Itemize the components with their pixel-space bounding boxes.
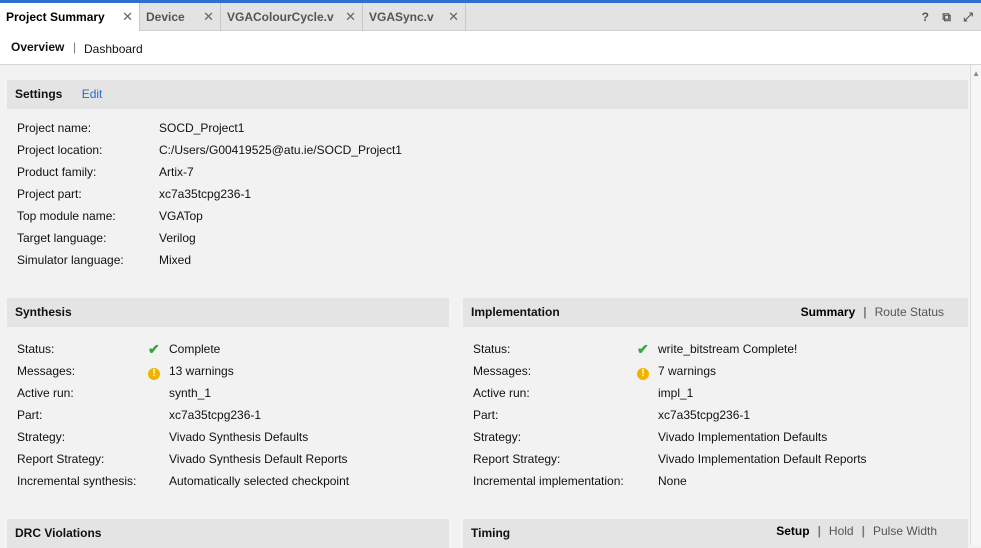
warning-icon: !: [148, 365, 160, 380]
field-value-link[interactable]: xc7a35tcpg236-1: [159, 187, 251, 201]
timing-view-switch: Setup | Hold | Pulse Width: [776, 524, 937, 538]
field-label: Incremental synthesis:: [17, 474, 137, 488]
subtab-overview[interactable]: Overview: [11, 40, 64, 54]
timing-header: Timing Setup | Hold | Pulse Width: [463, 519, 968, 548]
field-value-link[interactable]: 7 warnings: [658, 364, 716, 378]
field-label: Status:: [473, 342, 511, 356]
implementation-header: Implementation Summary | Route Status: [463, 298, 968, 327]
synthesis-header: Synthesis: [7, 298, 449, 327]
field-label: Active run:: [17, 386, 74, 400]
tab-device[interactable]: Device ✕: [140, 3, 221, 31]
subtab-divider: |: [73, 40, 77, 54]
maximize-icon[interactable]: ⤢: [959, 3, 977, 31]
field-label: Part:: [473, 408, 499, 422]
close-icon[interactable]: ✕: [122, 3, 133, 31]
field-value-link[interactable]: impl_1: [658, 386, 693, 400]
field-value: xc7a35tcpg236-1: [169, 408, 262, 422]
summary-subtabs: Overview | Dashboard: [0, 31, 981, 65]
field-label: Strategy:: [17, 430, 66, 444]
check-icon: ✔: [637, 341, 649, 357]
field-value-link[interactable]: synth_1: [169, 386, 211, 400]
field-value: Artix-7: [159, 165, 194, 179]
field-label: Part:: [17, 408, 43, 422]
settings-edit-link[interactable]: Edit: [82, 87, 103, 101]
question-icon[interactable]: ?: [916, 3, 934, 31]
tab-label: VGASync.v: [369, 10, 434, 24]
close-icon[interactable]: ✕: [448, 3, 459, 31]
field-label: Product family:: [17, 165, 97, 179]
tab-label: VGAColourCycle.v: [227, 10, 334, 24]
close-icon[interactable]: ✕: [203, 3, 214, 31]
field-value-link[interactable]: None: [658, 474, 687, 488]
field-label: Project part:: [17, 187, 82, 201]
field-value: xc7a35tcpg236-1: [658, 408, 751, 422]
implementation-view-switch: Summary | Route Status: [800, 305, 944, 319]
field-label: Target language:: [17, 231, 107, 245]
drc-title: DRC Violations: [15, 526, 102, 540]
route-status-link[interactable]: Route Status: [875, 305, 944, 319]
tab-project-summary[interactable]: Project Summary ✕: [0, 3, 140, 31]
field-label: Strategy:: [473, 430, 522, 444]
scroll-up-arrow-icon[interactable]: ▲: [972, 69, 980, 78]
field-value-link[interactable]: Verilog: [159, 231, 196, 245]
field-value-link[interactable]: Vivado Synthesis Defaults: [169, 430, 308, 444]
field-value-link[interactable]: Vivado Implementation Defaults: [658, 430, 827, 444]
timing-hold-link[interactable]: Hold: [829, 524, 854, 538]
implementation-title: Implementation: [471, 305, 560, 319]
synthesis-title: Synthesis: [15, 305, 72, 319]
field-label: Report Strategy:: [17, 452, 105, 466]
warning-icon: !: [637, 365, 649, 380]
settings-title: Settings: [15, 87, 63, 101]
field-value: Complete: [169, 342, 221, 356]
timing-setup-link[interactable]: Setup: [776, 524, 809, 538]
timing-pulse-width-link[interactable]: Pulse Width: [873, 524, 937, 538]
field-value-link[interactable]: 13 warnings: [169, 364, 234, 378]
field-label: Top module name:: [17, 209, 116, 223]
editor-tab-bar: Project Summary ✕ Device ✕ VGAColourCycl…: [0, 0, 981, 31]
field-value: write_bitstream Complete!: [658, 342, 798, 356]
field-label: Messages:: [17, 364, 76, 378]
check-icon: ✔: [148, 341, 160, 357]
field-value: C:/Users/G00419525@atu.ie/SOCD_Project1: [159, 143, 402, 157]
field-label: Simulator language:: [17, 253, 124, 267]
field-label: Incremental implementation:: [473, 474, 624, 488]
field-label: Project name:: [17, 121, 92, 135]
implementation-summary-link[interactable]: Summary: [801, 305, 856, 319]
field-label: Report Strategy:: [473, 452, 561, 466]
settings-header: Settings Edit: [7, 80, 968, 109]
field-label: Status:: [17, 342, 55, 356]
tab-label: Device: [146, 10, 185, 24]
field-label: Project location:: [17, 143, 103, 157]
tab-vgasync[interactable]: VGASync.v ✕: [363, 3, 466, 31]
field-value-link[interactable]: Automatically selected checkpoint: [169, 474, 349, 488]
subtab-dashboard[interactable]: Dashboard: [84, 42, 143, 56]
field-value-link[interactable]: Vivado Implementation Default Reports: [658, 452, 867, 466]
field-label: Active run:: [473, 386, 530, 400]
tab-label: Project Summary: [6, 10, 105, 24]
field-value: SOCD_Project1: [159, 121, 245, 135]
timing-title: Timing: [471, 526, 511, 540]
field-value-link[interactable]: Vivado Synthesis Default Reports: [169, 452, 348, 466]
tab-vgacolourcycle[interactable]: VGAColourCycle.v ✕: [221, 3, 363, 31]
window-controls: ? ⧉ ⤢: [916, 3, 977, 31]
close-icon[interactable]: ✕: [345, 3, 356, 31]
restore-icon[interactable]: ⧉: [938, 3, 956, 31]
field-value-link[interactable]: VGATop: [159, 209, 203, 223]
vertical-scrollbar[interactable]: [970, 65, 981, 545]
field-label: Messages:: [473, 364, 532, 378]
field-value-link[interactable]: Mixed: [159, 253, 191, 267]
drc-header: DRC Violations: [7, 519, 449, 548]
